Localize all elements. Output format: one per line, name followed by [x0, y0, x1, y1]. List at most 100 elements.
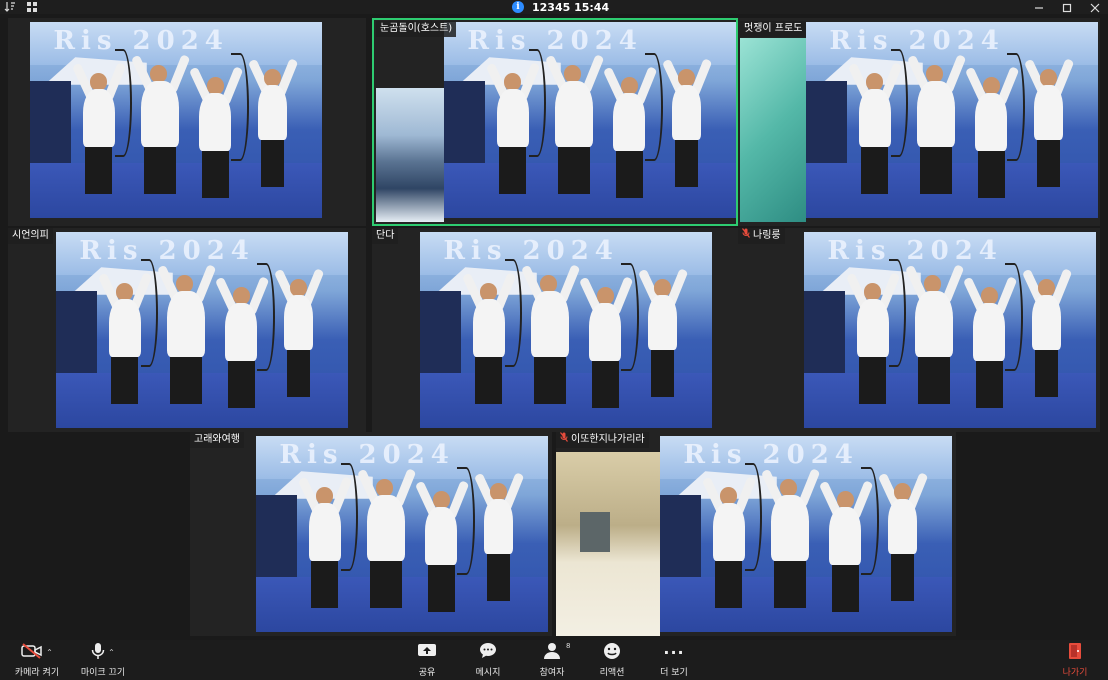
archer-body: [916, 80, 955, 148]
participant-tile[interactable]: Ris 2024 시언의피: [8, 228, 366, 432]
camera-button[interactable]: ⌃ 카메라 켜기: [8, 640, 66, 680]
meeting-title: 12345 15:44: [532, 0, 610, 14]
archer-body: [589, 302, 622, 362]
video-feed: Ris 2024: [660, 436, 952, 632]
mic-options-chevron-icon[interactable]: ⌃: [108, 648, 115, 657]
participant-name: 시언의피: [12, 230, 49, 241]
camera-options-chevron-icon[interactable]: ⌃: [46, 648, 53, 657]
archer-body: [829, 506, 862, 566]
participant-name-tag: 시언의피: [8, 228, 53, 244]
maximize-icon[interactable]: [1062, 0, 1072, 17]
stand: [56, 290, 97, 379]
archer-pants: [428, 565, 455, 613]
archer-head: [980, 286, 999, 305]
participants-count: 8: [566, 641, 571, 650]
leave-button[interactable]: 나가기: [1056, 640, 1094, 680]
microphone-icon: [91, 642, 105, 664]
archer-pants: [832, 565, 859, 613]
meeting-toolbar: ⌃ 카메라 켜기 ⌃ 마이크 끄기 공유 메시지 8 참여자 리액션 ··· 더…: [0, 640, 1108, 680]
stadium-sign-text: Ris 2024: [683, 439, 859, 470]
stadium-sign-text: Ris 2024: [827, 235, 1003, 266]
more-dots-icon: ···: [663, 643, 685, 662]
archer-pants: [592, 361, 619, 409]
bow: [231, 53, 249, 162]
stadium-sign-text: Ris 2024: [829, 25, 1005, 56]
archer-body: [671, 84, 701, 140]
leave-door-icon: [1067, 642, 1083, 664]
bow: [888, 259, 907, 368]
archer-pants: [1034, 349, 1059, 397]
chat-button-label: 메시지: [475, 667, 501, 678]
archer-pants: [1036, 139, 1061, 187]
stadium-sign-text: Ris 2024: [79, 235, 255, 266]
participants-button[interactable]: 8 참여자: [532, 640, 572, 680]
muted-mic-icon: [742, 228, 750, 244]
participant-name: 나링룽: [753, 230, 781, 241]
archer-pants: [311, 561, 338, 609]
video-feed: Ris 2024: [444, 22, 736, 218]
stand: [660, 494, 701, 583]
archer-pants: [715, 561, 742, 609]
participant-tile[interactable]: Ris 2024 이또한지나가리라: [556, 432, 956, 636]
close-icon[interactable]: [1090, 0, 1100, 17]
archer-body: [554, 80, 593, 148]
participant-tile[interactable]: Ris 2024 멋쟁이 프로도: [738, 18, 1100, 226]
archer-body: [856, 298, 889, 358]
participant-tile[interactable]: Ris 2024: [8, 18, 366, 226]
archer-pants: [111, 357, 138, 405]
stand: [30, 80, 71, 169]
bow: [457, 467, 475, 576]
archer-body: [647, 294, 677, 350]
bow: [1007, 53, 1025, 162]
more-button[interactable]: ··· 더 보기: [654, 640, 694, 680]
archer-body: [712, 502, 745, 562]
video-feed: Ris 2024: [256, 436, 548, 632]
sort-icon[interactable]: [4, 1, 16, 13]
muted-mic-icon: [560, 432, 568, 448]
archer-pants: [143, 147, 176, 195]
mic-button[interactable]: ⌃ 마이크 끄기: [74, 640, 132, 680]
participant-name-tag: 단다: [372, 228, 399, 244]
participant-name: 고래와여행: [194, 434, 240, 445]
more-button-label: 더 보기: [660, 667, 688, 678]
archer-head: [863, 282, 882, 301]
archer-head: [503, 72, 522, 91]
chat-button[interactable]: 메시지: [468, 640, 508, 680]
stadium-sign-text: Ris 2024: [443, 235, 619, 266]
archer-body: [199, 92, 232, 152]
hall-door: [580, 512, 610, 552]
minimize-icon[interactable]: [1034, 0, 1044, 17]
participants-icon: [543, 642, 561, 663]
grid-view-icon[interactable]: [26, 1, 38, 13]
archer-pants: [202, 151, 229, 199]
camera-off-icon: [21, 642, 43, 663]
reactions-button[interactable]: 리액션: [594, 640, 630, 680]
mountain-background: [376, 88, 444, 222]
stand: [806, 80, 847, 169]
archer-body: [914, 290, 953, 358]
archer-body: [887, 498, 917, 554]
archer-pants: [674, 139, 699, 187]
archer-head: [315, 486, 334, 505]
archer-body: [140, 80, 179, 148]
info-icon[interactable]: i: [512, 1, 524, 13]
participant-tile[interactable]: Ris 2024 눈곰돌이(호스트): [372, 18, 738, 226]
archer-body: [770, 494, 809, 562]
archer-body: [975, 92, 1008, 152]
share-button[interactable]: 공유: [410, 640, 444, 680]
chat-bubble-icon: [479, 642, 497, 663]
archer-pants: [557, 147, 590, 195]
archer-body: [166, 290, 205, 358]
archer-body: [257, 84, 287, 140]
archer-head: [620, 76, 639, 95]
bow: [744, 463, 763, 572]
participant-tile[interactable]: Ris 2024 나링룽: [738, 228, 1100, 432]
participants-button-label: 참여자: [539, 667, 565, 678]
archer-body: [425, 506, 458, 566]
archer-pants: [369, 561, 402, 609]
share-screen-icon: [417, 643, 437, 663]
archer-head: [865, 72, 884, 91]
participant-tile[interactable]: Ris 2024 고래와여행: [190, 432, 552, 636]
participant-tile[interactable]: Ris 2024 단다: [372, 228, 738, 432]
archer-pants: [169, 357, 202, 405]
